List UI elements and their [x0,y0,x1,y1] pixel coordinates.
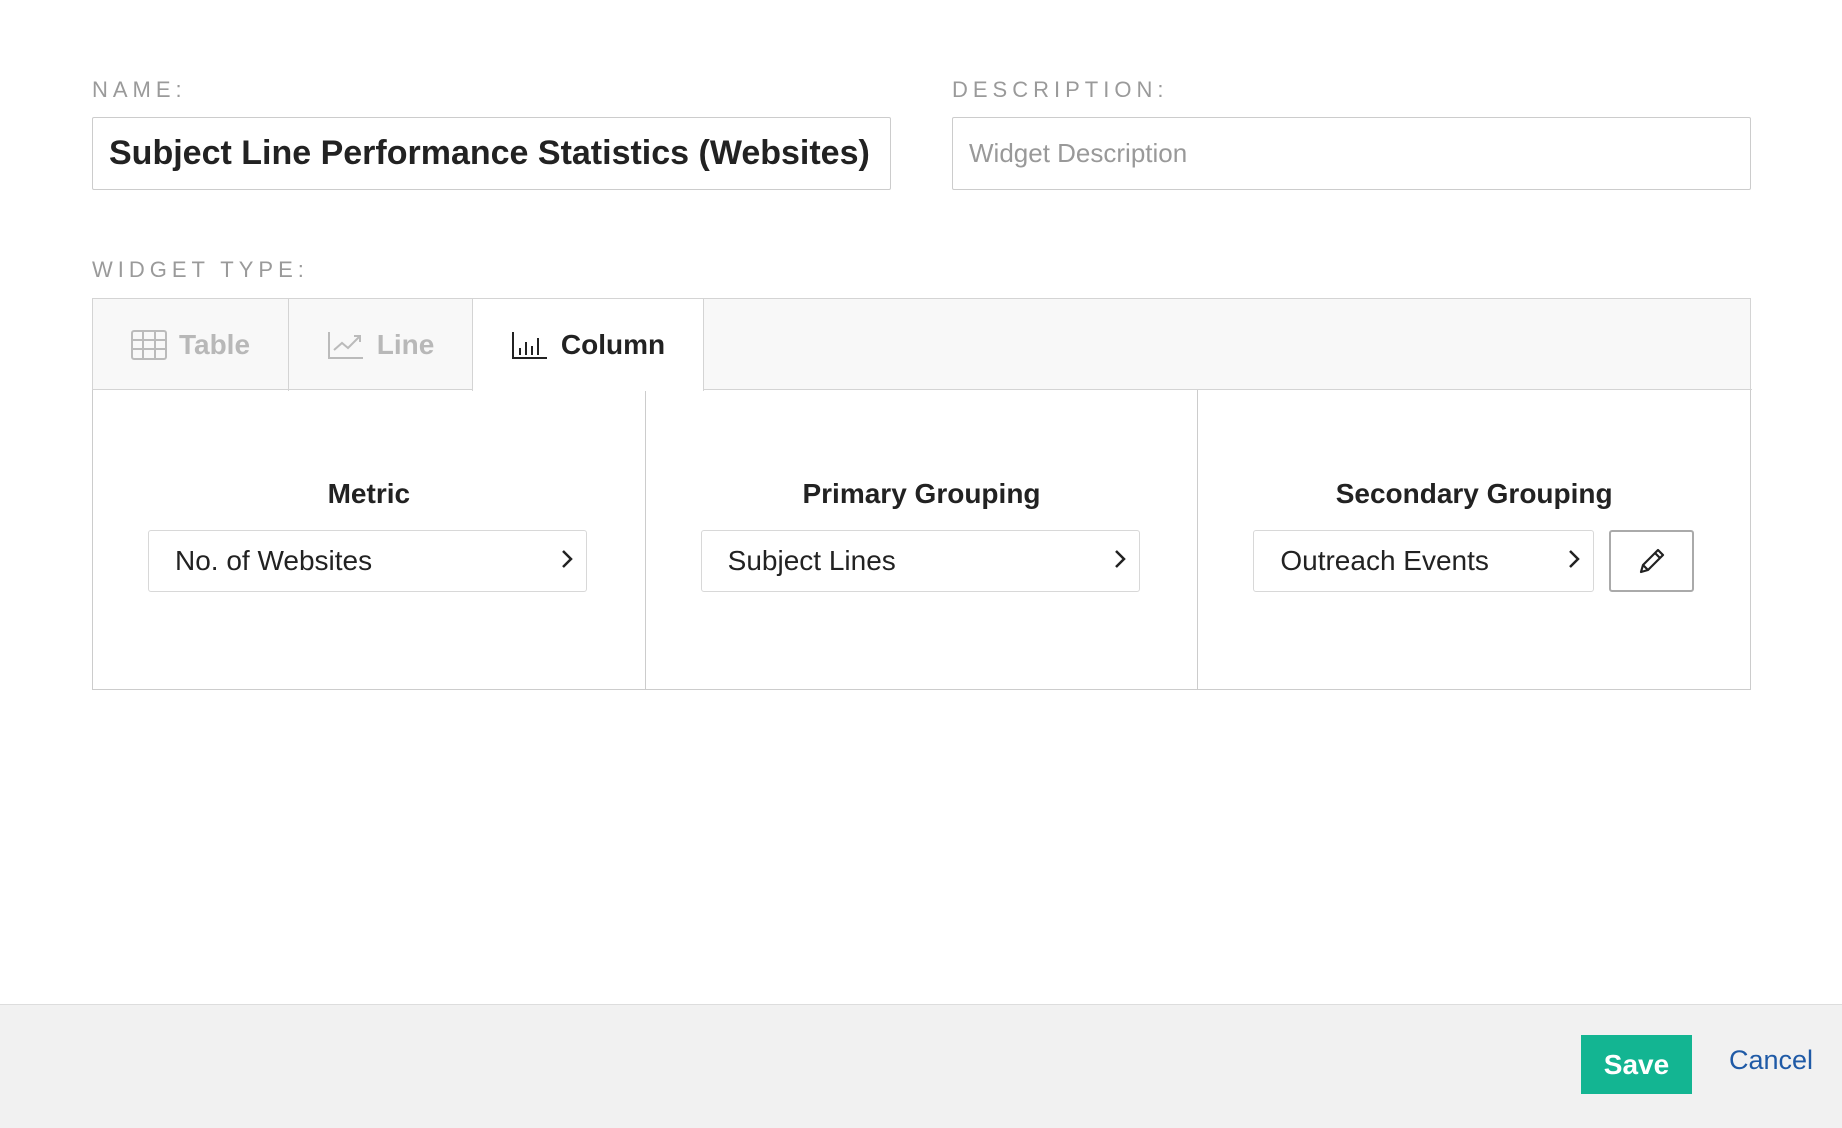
tab-column-label: Column [560,329,666,360]
metric-section: Metric No. of Websites [93,390,646,689]
tab-table[interactable]: Table [93,299,289,391]
tab-line[interactable]: Line [289,299,473,391]
footer-bar: Save Cancel [0,1004,1842,1128]
chevron-right-icon [560,545,574,577]
line-chart-icon [327,332,363,359]
chevron-right-icon [1113,545,1127,577]
secondary-grouping-section: Secondary Grouping Outreach Events [1198,390,1750,689]
save-button[interactable]: Save [1581,1035,1692,1094]
tab-table-label: Table [178,329,251,360]
table-icon [130,330,167,360]
description-label: DESCRIPTION: [952,77,1169,102]
chevron-right-icon [1567,545,1581,577]
name-input[interactable]: Subject Line Performance Statistics (Web… [92,117,891,190]
column-chart-icon [511,332,547,359]
pencil-icon [1639,548,1664,574]
metric-dropdown[interactable]: No. of Websites [148,530,587,592]
primary-grouping-heading: Primary Grouping [802,478,1041,509]
tab-line-label: Line [376,329,435,360]
edit-secondary-grouping-button[interactable] [1609,530,1695,592]
secondary-grouping-dropdown[interactable]: Outreach Events [1253,530,1595,592]
primary-grouping-value: Subject Lines [727,545,896,576]
primary-grouping-section: Primary Grouping Subject Lines [646,390,1199,689]
secondary-grouping-heading: Secondary Grouping [1335,478,1613,509]
description-input[interactable]: Widget Description [952,117,1751,190]
name-label: NAME: [92,77,187,102]
widget-type-label: WIDGET TYPE: [92,257,309,282]
secondary-grouping-value: Outreach Events [1280,545,1489,576]
metric-value: No. of Websites [175,545,373,576]
column-config-panel: Metric No. of Websites Primary Grouping … [92,390,1751,690]
cancel-link[interactable]: Cancel [1729,1045,1813,1076]
tab-column[interactable]: Column [473,299,704,391]
primary-grouping-dropdown[interactable]: Subject Lines [700,530,1140,592]
widget-type-tabs: Table Line Column [91,298,1752,391]
metric-heading: Metric [327,478,411,509]
